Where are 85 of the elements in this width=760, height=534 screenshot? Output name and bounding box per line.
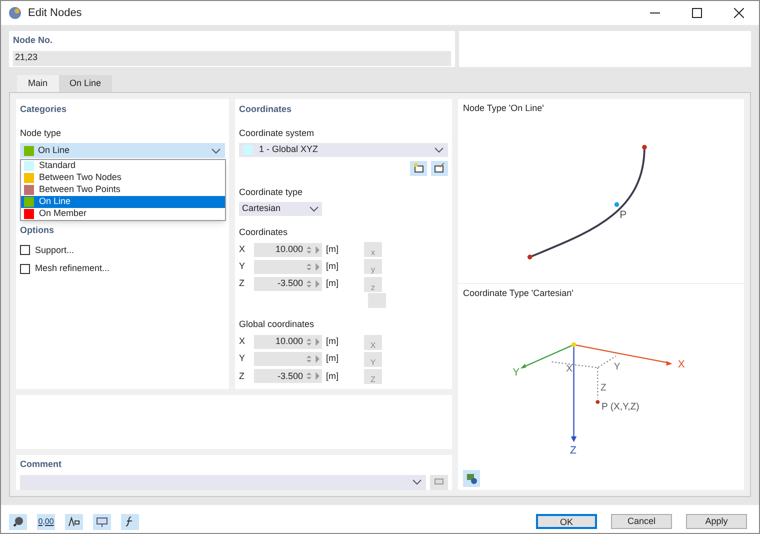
node-number-field[interactable]: 21,23 bbox=[13, 50, 451, 66]
axis-label: Y bbox=[239, 260, 246, 274]
spin-field[interactable] bbox=[254, 260, 322, 274]
spin-field[interactable]: 10.000 bbox=[254, 335, 322, 349]
section-title: Options bbox=[20, 224, 55, 237]
spinner-icon bbox=[306, 280, 320, 288]
window-title: Edit Nodes bbox=[28, 6, 82, 21]
number-format-button[interactable]: 0,00 bbox=[37, 514, 55, 530]
point-label: P (X,Y,Z) bbox=[601, 401, 640, 412]
spinner-icon bbox=[306, 355, 320, 364]
preview-title: Coordinate Type 'Cartesian' bbox=[463, 287, 574, 300]
axis-label: Y bbox=[239, 352, 246, 366]
spin-field[interactable]: 10.000 bbox=[254, 242, 322, 257]
component-label: Z bbox=[600, 382, 606, 394]
field-label: Node type bbox=[20, 126, 62, 140]
unit-label: [m] bbox=[326, 243, 340, 256]
section-title: Categories bbox=[20, 103, 68, 116]
comment-field[interactable] bbox=[20, 474, 426, 490]
checkbox[interactable] bbox=[20, 245, 30, 256]
chevron-down-icon bbox=[309, 206, 319, 212]
text-icon[interactable] bbox=[65, 514, 83, 530]
dropdown-option[interactable]: Between Two Nodes bbox=[21, 172, 225, 184]
preview-title: Node Type 'On Line' bbox=[463, 102, 545, 115]
field-value: -3.500 bbox=[277, 370, 303, 383]
section-title: Coordinates bbox=[239, 103, 293, 116]
checkbox-label: Mesh refinement... bbox=[35, 262, 110, 275]
point-label: P bbox=[620, 208, 627, 220]
coordinate-system-dropdown[interactable]: 1 - Global XYZ bbox=[239, 143, 448, 157]
search-icon[interactable] bbox=[9, 514, 27, 530]
dropdown-option[interactable]: Standard bbox=[21, 160, 225, 172]
dialog-button[interactable]: OK bbox=[536, 514, 597, 529]
tab[interactable]: Main bbox=[17, 75, 59, 92]
field-label: Coordinate system bbox=[239, 126, 316, 140]
dialog-button[interactable]: Cancel bbox=[611, 514, 672, 529]
edit-icon[interactable] bbox=[431, 160, 448, 176]
axis-label: X bbox=[239, 243, 246, 256]
spinner-icon bbox=[306, 372, 320, 380]
axis-label: Y bbox=[512, 366, 520, 378]
function-icon[interactable] bbox=[121, 514, 139, 530]
spin-field[interactable] bbox=[254, 352, 322, 366]
unit-label: [m] bbox=[326, 335, 340, 348]
maximize-icon[interactable] bbox=[692, 8, 702, 18]
view-icon[interactable] bbox=[93, 514, 111, 530]
field-value: 10.000 bbox=[275, 243, 303, 256]
section-title: Node No. bbox=[13, 34, 54, 47]
axis-label: Z bbox=[239, 277, 246, 290]
spin-field[interactable]: -3.500 bbox=[254, 369, 322, 384]
section-title: Comment bbox=[20, 458, 63, 471]
app-icon bbox=[8, 6, 22, 20]
close-icon[interactable] bbox=[734, 8, 744, 18]
dropdown-option[interactable]: On Member bbox=[21, 208, 225, 220]
unit-label: [m] bbox=[326, 370, 340, 383]
spin-field[interactable]: -3.500 bbox=[254, 277, 322, 292]
field-label: Global coordinates bbox=[239, 318, 316, 331]
checkbox[interactable] bbox=[20, 264, 30, 274]
spinner-icon bbox=[306, 338, 320, 346]
unit-label: [m] bbox=[326, 277, 340, 290]
chevron-down-icon bbox=[412, 479, 422, 485]
field-label: Coordinate type bbox=[239, 186, 304, 199]
field-label: Coordinates bbox=[239, 226, 289, 239]
node-type-dropdown[interactable]: On Line bbox=[20, 143, 225, 158]
display-settings-icon[interactable] bbox=[463, 470, 480, 486]
axis-label: Z bbox=[239, 370, 246, 383]
point-marker bbox=[614, 202, 620, 206]
coordinate-type-dropdown[interactable]: Cartesian bbox=[239, 202, 322, 216]
new-icon[interactable] bbox=[410, 160, 427, 176]
chevron-down-icon bbox=[434, 146, 444, 153]
spinner-icon bbox=[306, 262, 320, 271]
dropdown-option[interactable]: On Line bbox=[21, 196, 225, 208]
checkbox-label: Support... bbox=[35, 244, 74, 257]
dialog-button[interactable]: Apply bbox=[686, 514, 747, 529]
field-value: 10.000 bbox=[275, 335, 303, 348]
axis-label: X bbox=[239, 335, 246, 348]
axis-label: X bbox=[678, 358, 685, 370]
component-label: Y bbox=[614, 361, 620, 372]
unit-label: [m] bbox=[326, 352, 340, 366]
axis-label: Z bbox=[570, 444, 576, 456]
component-label: X bbox=[566, 362, 573, 374]
spinner-icon bbox=[306, 246, 320, 254]
field-value: -3.500 bbox=[277, 277, 303, 290]
chevron-down-icon bbox=[211, 148, 221, 154]
unit-label: [m] bbox=[326, 260, 340, 274]
comment-icon[interactable] bbox=[430, 474, 448, 490]
tab[interactable]: On Line bbox=[58, 75, 112, 92]
dropdown-option[interactable]: Between Two Points bbox=[21, 184, 225, 196]
